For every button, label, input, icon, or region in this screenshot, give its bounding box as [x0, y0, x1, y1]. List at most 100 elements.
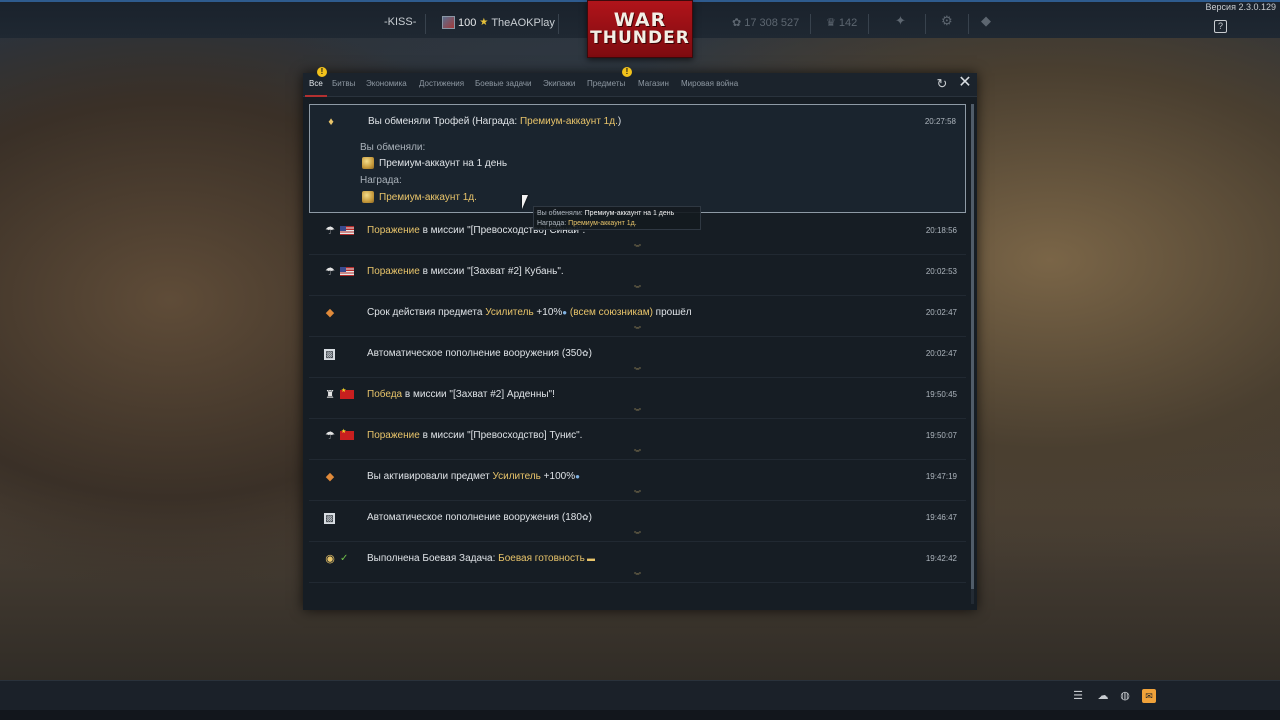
expand-chevron-icon[interactable]: ︾ — [634, 245, 641, 252]
notification-text: Победа в миссии "[Захват #2] Арденны"! — [367, 389, 555, 400]
resupply-suffix: ) — [588, 512, 592, 523]
booster-name: Усилитель — [485, 307, 534, 318]
divider — [925, 14, 926, 34]
squad-tag[interactable]: -KISS- — [384, 16, 416, 28]
ammo-resupply-icon: ▨ — [324, 513, 335, 524]
tooltip-value: Премиум-аккаунт 1д. — [568, 220, 637, 227]
active-tab-indicator — [305, 95, 327, 97]
player-level: 100 — [458, 16, 477, 29]
task-prefix: Выполнена Боевая Задача: — [367, 553, 499, 564]
warning-icon: ! — [317, 67, 327, 77]
notification-row[interactable]: ☂ Поражение в миссии "[Превосходство] Ту… — [309, 419, 966, 460]
tab-world-war[interactable]: Мировая война — [681, 79, 738, 88]
notification-text: Вы активировали предмет Усилитель +100%● — [367, 471, 580, 482]
resupply-text: Автоматическое пополнение вооружения (18… — [367, 512, 582, 523]
golden-eagles-balance[interactable]: ♛ 142 — [826, 16, 857, 30]
booster-icon: ◆ — [325, 307, 335, 319]
booster-value: +100% — [540, 471, 576, 482]
parachute-icon: ☂ — [325, 225, 335, 237]
logo-line2: THUNDER — [590, 28, 690, 48]
result-highlight: Победа — [367, 389, 403, 400]
reward-label: Награда: — [360, 175, 402, 186]
notification-row[interactable]: ▨ Автоматическое пополнение вооружения (… — [309, 501, 966, 542]
player-profile[interactable]: 100 ★ TheAOKPlay — [442, 16, 555, 29]
refresh-icon[interactable]: ↻ — [935, 77, 949, 91]
chat-icon[interactable]: ◍ — [1118, 689, 1132, 703]
china-flag-icon — [340, 387, 354, 399]
divider — [868, 14, 869, 34]
notifications-window: Все ! Битвы Экономика Достижения Боевые … — [303, 67, 977, 610]
tab-store[interactable]: Магазин — [638, 79, 669, 88]
tab-battles[interactable]: Битвы — [332, 79, 355, 88]
task-name: Боевая готовность — [498, 553, 585, 564]
war-thunder-logo[interactable]: WAR THUNDER — [587, 0, 693, 58]
notification-row[interactable]: ▨ Автоматическое пополнение вооружения (… — [309, 337, 966, 378]
notification-row[interactable]: ♜ Победа в миссии "[Захват #2] Арденны"!… — [309, 378, 966, 419]
tab-achievements[interactable]: Достижения — [419, 79, 464, 88]
notification-time: 19:47:19 — [925, 472, 957, 481]
help-button[interactable]: ? — [1214, 20, 1227, 33]
notification-text: Поражение в миссии "[Превосходство] Туни… — [367, 430, 582, 441]
expand-chevron-icon[interactable]: ︾ — [634, 491, 641, 498]
expand-chevron-icon[interactable]: ︾ — [634, 409, 641, 416]
warning-icon: ! — [622, 67, 632, 77]
booster-icon: ◆ — [325, 471, 335, 483]
expand-chevron-icon[interactable]: ︾ — [634, 450, 641, 457]
usa-flag-icon — [340, 267, 354, 276]
notification-row[interactable]: ◆ Срок действия предмета Усилитель +10%●… — [309, 296, 966, 337]
scrollbar[interactable] — [971, 104, 974, 604]
notification-row[interactable]: ◆ Вы активировали предмет Усилитель +100… — [309, 460, 966, 501]
divider — [810, 14, 811, 34]
booster-prefix: Срок действия предмета — [367, 307, 486, 318]
notification-time: 19:50:07 — [925, 431, 957, 440]
silver-lions-balance[interactable]: ✿ 17 308 527 — [732, 16, 799, 30]
research-points-icon: ● — [575, 472, 580, 481]
notification-row[interactable]: ☂ Поражение в миссии "[Захват #2] Кубань… — [309, 255, 966, 296]
list-icon[interactable]: ☰ — [1071, 689, 1085, 703]
notification-time: 19:46:47 — [925, 513, 957, 522]
squad-icon[interactable]: ☁ — [1096, 689, 1110, 703]
expand-chevron-icon[interactable]: ︾ — [634, 532, 641, 539]
resupply-suffix: ) — [588, 348, 592, 359]
expand-chevron-icon[interactable]: ︾ — [634, 327, 641, 334]
result-highlight: Поражение — [367, 225, 420, 236]
battle-task-icon: ▬ — [584, 554, 596, 563]
silver-lions-icon: ✿ — [581, 513, 589, 522]
wrench-icon[interactable]: ✦ — [895, 13, 906, 29]
checkmark-icon: ✓ — [340, 553, 349, 564]
notification-time: 20:27:58 — [924, 117, 956, 126]
booster-value: +10% — [533, 307, 563, 318]
mission-text: в миссии "[Захват #2] Кубань". — [419, 266, 564, 277]
notification-row[interactable]: ◉ ✓ Выполнена Боевая Задача: Боевая гото… — [309, 542, 966, 583]
exchanged-item: Премиум-аккаунт на 1 день — [362, 157, 507, 169]
notification-text: Выполнена Боевая Задача: Боевая готовнос… — [367, 553, 595, 564]
notification-time: 19:42:42 — [925, 554, 957, 563]
tab-economy[interactable]: Экономика — [366, 79, 407, 88]
close-icon[interactable]: ✕ — [957, 75, 973, 91]
tab-all[interactable]: Все — [309, 79, 323, 88]
result-highlight: Поражение — [367, 430, 420, 441]
notification-list: ♦ Вы обменяли Трофей (Награда: Премиум-а… — [309, 104, 969, 604]
booster-scope: (всем союзникам) — [567, 307, 653, 318]
tab-crews[interactable]: Экипажи — [543, 79, 575, 88]
tab-bar: Все ! Битвы Экономика Достижения Боевые … — [303, 67, 977, 97]
scrollbar-thumb[interactable] — [971, 104, 974, 589]
premium-account-icon — [362, 157, 374, 169]
mail-icon[interactable]: ✉ — [1142, 689, 1156, 703]
silver-lions-icon: ✿ — [732, 17, 742, 29]
expand-chevron-icon[interactable]: ︾ — [634, 573, 641, 580]
settings-gear-icon[interactable]: ⚙ — [941, 13, 953, 29]
expand-chevron-icon[interactable]: ︾ — [634, 286, 641, 293]
booster-name: Усилитель — [492, 471, 541, 482]
tab-items[interactable]: Предметы — [587, 79, 625, 88]
tab-battle-tasks[interactable]: Боевые задачи — [475, 79, 532, 88]
expand-chevron-icon[interactable]: ︾ — [634, 368, 641, 375]
tooltip-label: Вы обменяли: — [537, 210, 585, 217]
booster-prefix: Вы активировали предмет — [367, 471, 493, 482]
shop-icon[interactable]: ◆ — [981, 13, 991, 29]
tooltip: Вы обменяли: Премиум-аккаунт на 1 день Н… — [533, 206, 701, 230]
reward-prefix: (Награда: — [472, 116, 520, 127]
tooltip-line2: Награда: Премиум-аккаунт 1д. — [537, 219, 697, 229]
notification-row-expanded[interactable]: ♦ Вы обменяли Трофей (Награда: Премиум-а… — [309, 104, 966, 213]
bottom-bar: ☰ ☁ ◍ ✉ — [0, 680, 1280, 710]
